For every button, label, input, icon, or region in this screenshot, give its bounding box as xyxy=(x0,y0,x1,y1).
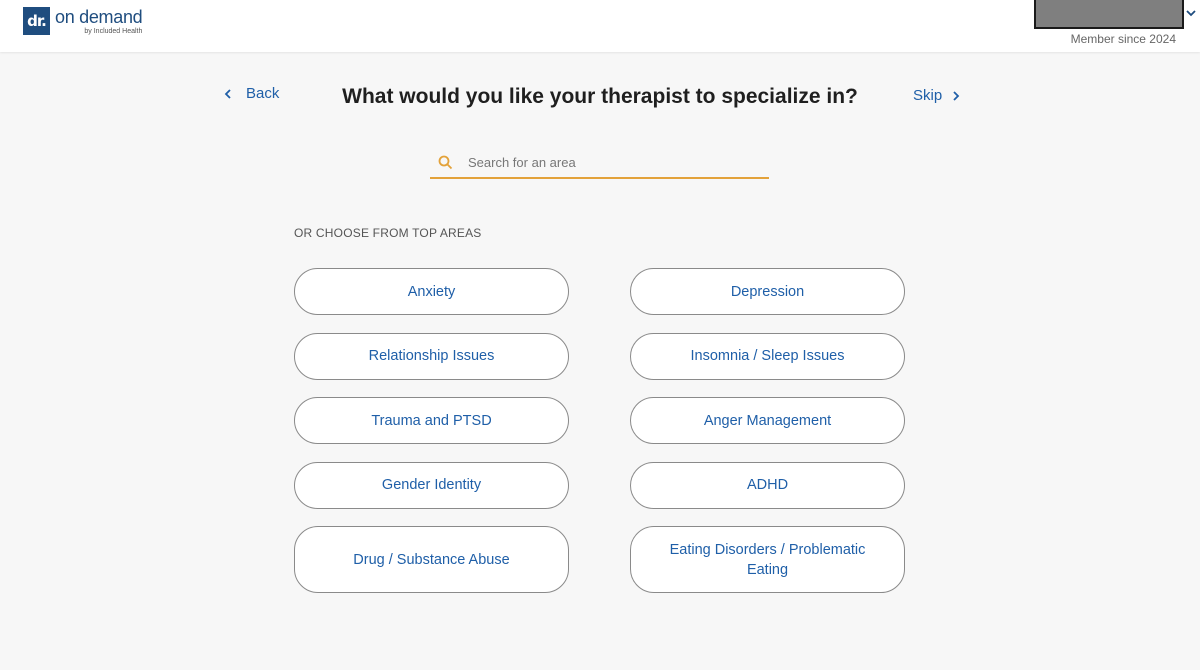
logo-subtext: by Included Health xyxy=(84,28,143,35)
area-button-drug-substance-abuse[interactable]: Drug / Substance Abuse xyxy=(294,526,569,593)
chevron-right-icon xyxy=(953,90,960,101)
account-menu-button[interactable] xyxy=(1034,0,1184,29)
top-header: dr. on demand by Included Health Member … xyxy=(0,0,1200,52)
section-label: OR CHOOSE FROM TOP AREAS xyxy=(294,226,482,240)
page-title: What would you like your therapist to sp… xyxy=(342,85,858,108)
search-field[interactable] xyxy=(430,148,769,179)
area-button-relationship-issues[interactable]: Relationship Issues xyxy=(294,332,569,380)
member-since-text: Member since 2024 xyxy=(1070,32,1176,46)
logo[interactable]: dr. on demand by Included Health xyxy=(23,7,143,36)
logo-text: on demand xyxy=(55,7,143,27)
area-button-insomnia-sleep-issues[interactable]: Insomnia / Sleep Issues xyxy=(630,332,905,380)
area-button-adhd[interactable]: ADHD xyxy=(630,461,905,509)
area-button-anger-management[interactable]: Anger Management xyxy=(630,397,905,444)
search-icon xyxy=(438,155,453,170)
skip-button[interactable]: Skip xyxy=(913,87,962,104)
area-button-trauma-ptsd[interactable]: Trauma and PTSD xyxy=(294,397,569,444)
logo-wordmark: on demand by Included Health xyxy=(55,7,143,36)
skip-label: Skip xyxy=(913,87,943,104)
area-button-eating-disorders[interactable]: Eating Disorders / Problematic Eating xyxy=(630,526,905,593)
area-button-anxiety[interactable]: Anxiety xyxy=(294,268,569,315)
search-input[interactable] xyxy=(468,155,748,170)
area-button-gender-identity[interactable]: Gender Identity xyxy=(294,461,569,509)
logo-mark: dr. xyxy=(23,7,50,35)
areas-grid: Anxiety Depression Relationship Issues I… xyxy=(294,268,905,611)
area-button-depression[interactable]: Depression xyxy=(630,268,905,315)
chevron-down-icon[interactable] xyxy=(1184,6,1198,20)
